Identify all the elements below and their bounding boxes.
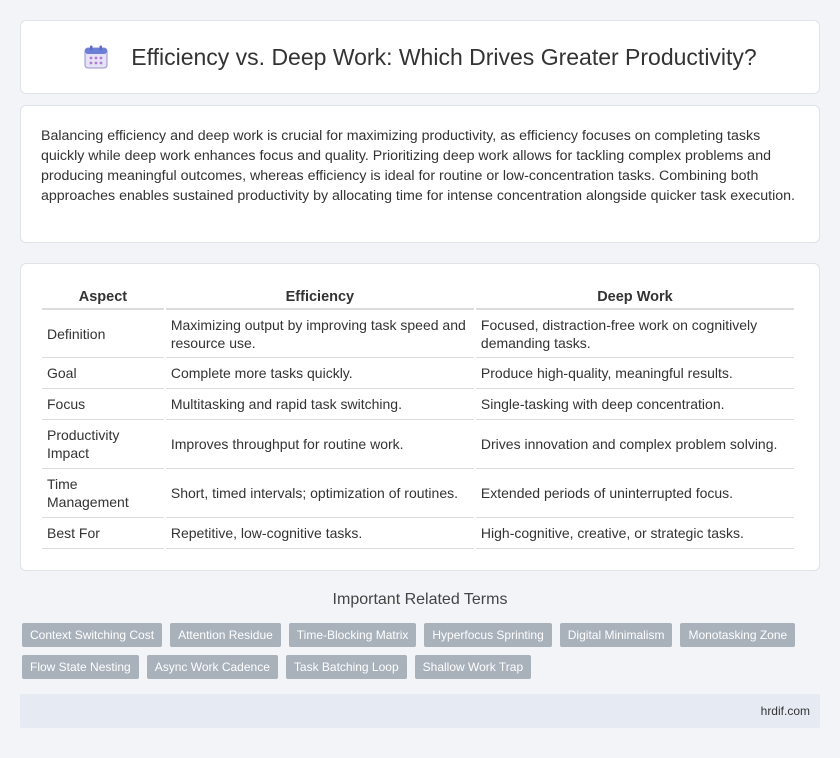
table-cell: Definition: [42, 310, 164, 358]
table-cell: High-cognitive, creative, or strategic t…: [475, 518, 794, 549]
header-deep-work: Deep Work: [475, 284, 794, 310]
table-cell: Drives innovation and complex problem so…: [475, 420, 794, 469]
table-cell: Single-tasking with deep concentration.: [475, 389, 794, 420]
table-cell: Repetitive, low-cognitive tasks.: [165, 518, 474, 549]
related-terms-title: Important Related Terms: [332, 591, 508, 608]
related-term-tag[interactable]: Attention Residue: [170, 623, 281, 647]
table-row: Definition Maximizing output by improvin…: [42, 310, 794, 358]
table-cell: Focus: [42, 389, 164, 420]
table-cell: Focused, distraction-free work on cognit…: [475, 310, 794, 358]
related-term-tag[interactable]: Task Batching Loop: [285, 655, 407, 679]
related-term-tag[interactable]: Async Work Cadence: [146, 655, 278, 679]
table-cell: Best For: [42, 518, 164, 549]
table-cell: Extended periods of uninterrupted focus.: [475, 469, 794, 518]
related-term-tag[interactable]: Hyperfocus Sprinting: [424, 623, 552, 647]
related-term-tag[interactable]: Flow State Nesting: [22, 655, 139, 679]
related-term-tag[interactable]: Context Switching Cost: [22, 623, 163, 647]
page-title-wrap: Efficiency vs. Deep Work: Which Drives G…: [83, 43, 757, 71]
related-term-tag[interactable]: Time-Blocking Matrix: [288, 623, 417, 647]
table-cell: Produce high-quality, meaningful results…: [475, 358, 794, 389]
table-cell: Improves throughput for routine work.: [165, 420, 474, 469]
header-efficiency: Efficiency: [165, 284, 474, 310]
table-cell: Time Management: [42, 469, 164, 518]
related-term-tag[interactable]: Monotasking Zone: [680, 623, 796, 647]
summary-text: Balancing efficiency and deep work is cr…: [41, 128, 795, 204]
table-header-row: Aspect Efficiency Deep Work: [42, 284, 794, 310]
table-row: Focus Multitasking and rapid task switch…: [42, 389, 794, 420]
related-term-tag[interactable]: Digital Minimalism: [559, 623, 673, 647]
tag-row: Flow State Nesting Async Work Cadence Ta…: [22, 655, 812, 679]
comparison-table-card: Aspect Efficiency Deep Work Definition M…: [20, 263, 820, 571]
summary-card: Balancing efficiency and deep work is cr…: [20, 105, 820, 243]
page-title: Efficiency vs. Deep Work: Which Drives G…: [131, 43, 757, 70]
footer-site-link[interactable]: hrdif.com: [761, 704, 810, 718]
table-cell: Complete more tasks quickly.: [165, 358, 474, 389]
title-card: Efficiency vs. Deep Work: Which Drives G…: [20, 20, 820, 94]
table-row: Goal Complete more tasks quickly. Produc…: [42, 358, 794, 389]
table-row: Productivity Impact Improves throughput …: [42, 420, 794, 469]
table-cell: Productivity Impact: [42, 420, 164, 469]
table-cell: Multitasking and rapid task switching.: [165, 389, 474, 420]
header-aspect: Aspect: [42, 284, 164, 310]
table-cell: Maximizing output by improving task spee…: [165, 310, 474, 358]
table-row: Time Management Short, timed intervals; …: [42, 469, 794, 518]
comparison-table: Aspect Efficiency Deep Work Definition M…: [40, 284, 796, 549]
table-cell: Goal: [42, 358, 164, 389]
tag-row: Context Switching Cost Attention Residue…: [22, 623, 812, 647]
table-cell: Short, timed intervals; optimization of …: [165, 469, 474, 518]
footer: hrdif.com: [20, 694, 820, 728]
table-row: Best For Repetitive, low-cognitive tasks…: [42, 518, 794, 549]
related-terms-list: Context Switching Cost Attention Residue…: [22, 623, 812, 687]
calendar-icon: [84, 45, 108, 69]
related-term-tag[interactable]: Shallow Work Trap: [414, 655, 532, 679]
